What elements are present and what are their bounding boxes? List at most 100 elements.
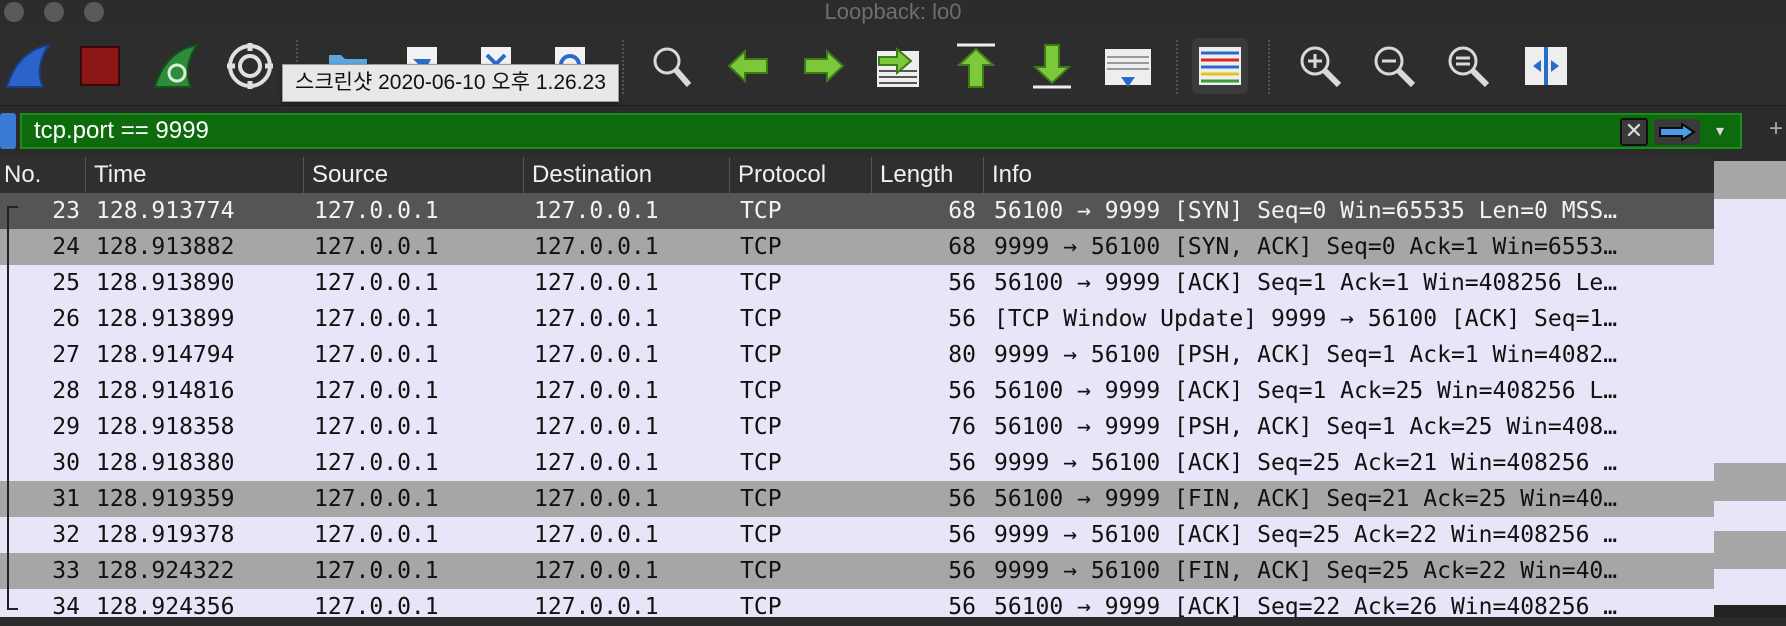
display-filter-input[interactable]: tcp.port == 9999 ✕ ▾: [20, 113, 1742, 149]
table-row[interactable]: 30 128.918380 127.0.0.1 127.0.0.1 TCP 56 9999 …: [0, 445, 1714, 481]
cell-info: 56100 → 9999 [FIN, ACK] Seq=21 Ack=25 Wi…: [994, 486, 1618, 512]
table-row[interactable]: 28 128.914816 127.0.0.1 127.0.0.1 TCP 56 56100…: [0, 373, 1714, 409]
clear-filter-icon[interactable]: ✕: [1620, 118, 1648, 146]
cell-destination: 127.0.0.1: [534, 234, 659, 260]
cell-source: 127.0.0.1: [314, 486, 439, 512]
cell-protocol: TCP: [740, 450, 782, 476]
cell-time: 128.919378: [96, 522, 235, 548]
cell-time: 128.919359: [96, 486, 235, 512]
splitter-handle[interactable]: [0, 617, 1786, 626]
cell-info: [TCP Window Update] 9999 → 56100 [ACK] S…: [994, 306, 1618, 332]
cell-destination: 127.0.0.1: [534, 486, 659, 512]
cell-source: 127.0.0.1: [314, 270, 439, 296]
cell-protocol: TCP: [740, 594, 782, 617]
table-row[interactable]: 23 128.913774 127.0.0.1 127.0.0.1 TCP 68 56100…: [0, 193, 1714, 229]
table-row[interactable]: 32 128.919378 127.0.0.1 127.0.0.1 TCP 56 9999 …: [0, 517, 1714, 553]
resize-columns-icon[interactable]: [1518, 38, 1574, 94]
colorize-icon[interactable]: [1192, 38, 1248, 94]
go-to-first-packet-icon[interactable]: [948, 38, 1004, 94]
cell-length: 56: [948, 450, 976, 476]
normal-size-icon[interactable]: [1440, 38, 1496, 94]
cell-info: 56100 → 9999 [PSH, ACK] Seq=1 Ack=25 Win…: [994, 414, 1618, 440]
cell-source: 127.0.0.1: [314, 198, 439, 224]
cell-protocol: TCP: [740, 342, 782, 368]
cell-destination: 127.0.0.1: [534, 594, 659, 617]
cell-source: 127.0.0.1: [314, 342, 439, 368]
cell-source: 127.0.0.1: [314, 558, 439, 584]
cell-length: 68: [948, 198, 976, 224]
zoom-out-icon[interactable]: [1366, 38, 1422, 94]
table-row[interactable]: 33 128.924322 127.0.0.1 127.0.0.1 TCP 56 9999 …: [0, 553, 1714, 589]
cell-protocol: TCP: [740, 378, 782, 404]
minimap-row: [1714, 605, 1786, 617]
cell-source: 127.0.0.1: [314, 522, 439, 548]
main-toolbar: [0, 26, 1786, 106]
packet-list-minimap[interactable]: [1714, 157, 1786, 617]
toolbar-separator: [1268, 40, 1270, 94]
cell-info: 9999 → 56100 [PSH, ACK] Seq=1 Ack=1 Win=…: [994, 342, 1618, 368]
column-header-source[interactable]: Source: [308, 157, 524, 193]
cell-length: 76: [948, 414, 976, 440]
go-to-last-packet-icon[interactable]: [1024, 38, 1080, 94]
filter-history-dropdown-icon[interactable]: ▾: [1706, 119, 1734, 145]
apply-filter-icon[interactable]: [1654, 119, 1700, 145]
toolbar-separator: [1176, 40, 1178, 94]
table-row[interactable]: 25 128.913890 127.0.0.1 127.0.0.1 TCP 56 56100…: [0, 265, 1714, 301]
table-row[interactable]: 24 128.913882 127.0.0.1 127.0.0.1 TCP 68 9999 …: [0, 229, 1714, 265]
cell-length: 56: [948, 270, 976, 296]
start-capture-icon[interactable]: [0, 38, 56, 94]
find-packet-icon[interactable]: [644, 38, 700, 94]
cell-destination: 127.0.0.1: [534, 198, 659, 224]
cell-destination: 127.0.0.1: [534, 378, 659, 404]
minimap-row: [1714, 199, 1786, 463]
minimap-row: [1714, 463, 1786, 501]
cell-info: 9999 → 56100 [SYN, ACK] Seq=0 Ack=1 Win=…: [994, 234, 1618, 260]
cell-info: 56100 → 9999 [ACK] Seq=1 Ack=25 Win=4082…: [994, 378, 1618, 404]
display-filter-text[interactable]: tcp.port == 9999: [34, 115, 209, 147]
cell-length: 56: [948, 306, 976, 332]
cell-length: 56: [948, 486, 976, 512]
cell-length: 56: [948, 558, 976, 584]
zoom-in-icon[interactable]: [1292, 38, 1348, 94]
table-row[interactable]: 31 128.919359 127.0.0.1 127.0.0.1 TCP 56 56100…: [0, 481, 1714, 517]
auto-scroll-icon[interactable]: [1100, 38, 1156, 94]
column-header-protocol[interactable]: Protocol: [734, 157, 872, 193]
cell-source: 127.0.0.1: [314, 306, 439, 332]
table-row[interactable]: 27 128.914794 127.0.0.1 127.0.0.1 TCP 80 9999 …: [0, 337, 1714, 373]
column-header-no[interactable]: No.: [0, 157, 86, 193]
cell-destination: 127.0.0.1: [534, 522, 659, 548]
toolbar-separator: [622, 40, 624, 94]
go-to-packet-icon[interactable]: [870, 38, 926, 94]
cell-time: 128.913899: [96, 306, 235, 332]
capture-options-icon[interactable]: [222, 38, 278, 94]
column-header-info[interactable]: Info: [988, 157, 1714, 193]
cell-time: 128.913774: [96, 198, 235, 224]
go-back-icon[interactable]: [720, 38, 776, 94]
add-filter-button-icon[interactable]: +: [1766, 117, 1786, 141]
column-header-destination[interactable]: Destination: [528, 157, 730, 193]
table-row[interactable]: 26 128.913899 127.0.0.1 127.0.0.1 TCP 56 [TCP …: [0, 301, 1714, 337]
go-forward-icon[interactable]: [796, 38, 852, 94]
stop-capture-icon[interactable]: [72, 38, 128, 94]
cell-source: 127.0.0.1: [314, 234, 439, 260]
cell-info: 9999 → 56100 [ACK] Seq=25 Ack=22 Win=408…: [994, 522, 1618, 548]
cell-time: 128.924322: [96, 558, 235, 584]
table-row[interactable]: 34 128.924356 127.0.0.1 127.0.0.1 TCP 56 56100…: [0, 589, 1714, 617]
window-title: Loopback: lo0: [824, 0, 962, 24]
cell-protocol: TCP: [740, 414, 782, 440]
column-header-length[interactable]: Length: [876, 157, 984, 193]
cell-destination: 127.0.0.1: [534, 342, 659, 368]
cell-protocol: TCP: [740, 306, 782, 332]
table-row[interactable]: 29 128.918358 127.0.0.1 127.0.0.1 TCP 76 56100…: [0, 409, 1714, 445]
column-header-time[interactable]: Time: [90, 157, 304, 193]
cell-length: 56: [948, 522, 976, 548]
cell-destination: 127.0.0.1: [534, 450, 659, 476]
cell-protocol: TCP: [740, 522, 782, 548]
cell-length: 68: [948, 234, 976, 260]
conversation-bracket-icon: [7, 206, 18, 610]
cell-info: 9999 → 56100 [FIN, ACK] Seq=25 Ack=22 Wi…: [994, 558, 1618, 584]
filter-bookmark-icon[interactable]: [0, 113, 16, 149]
minimap-row: [1714, 569, 1786, 605]
restart-capture-icon[interactable]: [148, 38, 204, 94]
cell-source: 127.0.0.1: [314, 378, 439, 404]
